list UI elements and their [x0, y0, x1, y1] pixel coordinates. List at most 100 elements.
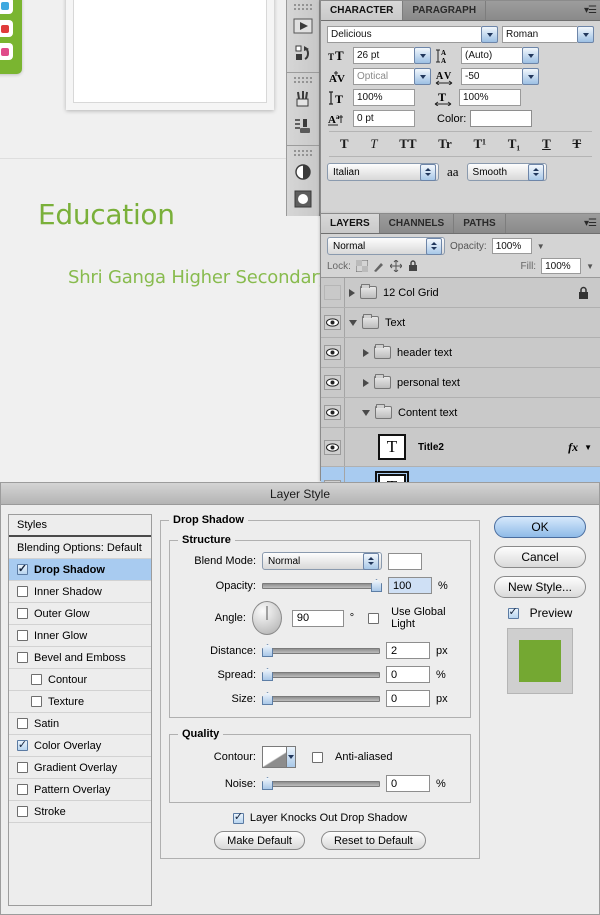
play-icon-button[interactable] [290, 13, 316, 38]
visibility-cell[interactable] [321, 278, 345, 307]
leading-field[interactable]: (Auto) [461, 47, 522, 64]
table-row[interactable]: header text [321, 338, 600, 368]
clone-source-icon-button[interactable] [290, 113, 316, 138]
horizontal-scale-field[interactable]: 100% [459, 89, 521, 106]
font-size-combo[interactable]: 26 pt [353, 47, 431, 64]
canvas-subtitle-text[interactable]: Shri Ganga Higher Secondary [68, 267, 329, 288]
size-slider[interactable] [262, 690, 380, 707]
layer-knocks-out-checkbox[interactable] [232, 812, 244, 824]
anti-aliased-checkbox[interactable] [312, 751, 323, 763]
slider-thumb[interactable] [262, 777, 273, 790]
opacity-value-field[interactable]: 100 [388, 577, 432, 594]
use-global-light-checkbox[interactable] [368, 612, 380, 624]
character-panel[interactable]: CHARACTER PARAGRAPH ▾☰ Delicious Roman T… [320, 0, 600, 216]
brush-lock-icon[interactable] [373, 260, 385, 272]
slider-thumb[interactable] [262, 692, 273, 705]
style-checkbox[interactable] [17, 784, 28, 795]
reset-to-default-button[interactable]: Reset to Default [320, 831, 426, 850]
tracking-field[interactable]: -50 [461, 68, 522, 85]
opacity-dropdown-icon[interactable]: ▼ [537, 242, 545, 251]
style-item-pattern-overlay[interactable]: Pattern Overlay [9, 779, 151, 801]
cancel-button[interactable]: Cancel [494, 546, 586, 568]
layer-opacity-field[interactable]: 100% [491, 238, 532, 254]
font-style-combo[interactable]: Roman [502, 26, 594, 43]
style-item-contour[interactable]: Contour [9, 669, 151, 691]
superscript-icon[interactable]: T¹ [473, 136, 486, 152]
expand-triangle-icon[interactable] [363, 378, 369, 387]
style-item-gradient-overlay[interactable]: Gradient Overlay [9, 757, 151, 779]
tab-layers[interactable]: LAYERS [321, 214, 380, 233]
style-checkbox[interactable] [31, 674, 42, 685]
noise-slider[interactable] [262, 775, 380, 792]
eye-icon[interactable] [324, 439, 341, 455]
panel-grip[interactable] [293, 3, 313, 10]
layer-fill-field[interactable]: 100% [541, 258, 582, 274]
layer-name[interactable]: personal text [397, 377, 460, 389]
canvas-title-text[interactable]: Education [38, 198, 175, 231]
language-spinner-icon[interactable] [420, 163, 436, 181]
visibility-cell[interactable] [321, 338, 345, 367]
move-lock-icon[interactable] [389, 260, 402, 272]
collapse-triangle-icon[interactable] [349, 319, 357, 326]
mask-icon-button[interactable] [290, 186, 316, 211]
font-family-dropdown-icon[interactable] [481, 26, 498, 43]
collapse-triangle-icon[interactable] [362, 409, 370, 416]
spread-value-field[interactable]: 0 [386, 666, 430, 683]
table-row[interactable]: personal text [321, 368, 600, 398]
eye-icon[interactable] [324, 405, 341, 420]
style-checkbox[interactable] [31, 696, 42, 707]
small-caps-icon[interactable]: Tr [438, 136, 451, 152]
styles-list[interactable]: Styles Blending Options: Default Drop Sh… [8, 514, 152, 906]
underline-icon[interactable]: T [542, 136, 551, 152]
transparency-lock-icon[interactable] [355, 260, 368, 272]
fill-dropdown-icon[interactable]: ▼ [586, 262, 594, 271]
style-checkbox[interactable] [17, 740, 28, 751]
layer-list[interactable]: 12 Col Grid Text header text personal te… [321, 277, 600, 507]
leading-dropdown-icon[interactable] [522, 47, 539, 64]
character-panel-tabs[interactable]: CHARACTER PARAGRAPH ▾☰ [321, 1, 600, 21]
tab-character[interactable]: CHARACTER [321, 1, 404, 20]
layers-panel[interactable]: LAYERS CHANNELS PATHS ▾☰ Normal Opacity:… [320, 213, 600, 507]
style-checkbox[interactable] [17, 564, 28, 575]
noise-value-field[interactable]: 0 [386, 775, 430, 792]
visibility-cell[interactable] [321, 368, 345, 397]
table-row[interactable]: T Title2 fx ▼ [321, 428, 600, 467]
eye-icon[interactable] [324, 345, 341, 360]
style-item-color-overlay[interactable]: Color Overlay [9, 735, 151, 757]
panel-grip[interactable] [293, 76, 313, 83]
table-row[interactable]: Content text [321, 398, 600, 428]
redo-icon-button[interactable] [290, 40, 316, 65]
style-item-inner-shadow[interactable]: Inner Shadow [9, 581, 151, 603]
style-item-blending-options[interactable]: Blending Options: Default [9, 537, 151, 559]
eye-icon[interactable] [324, 375, 341, 390]
visibility-cell[interactable] [321, 308, 345, 337]
eye-icon[interactable] [324, 315, 341, 330]
style-checkbox[interactable] [17, 608, 28, 619]
style-checkbox[interactable] [17, 718, 28, 729]
anti-alias-spinner-icon[interactable] [527, 163, 544, 181]
lock-icon[interactable] [577, 286, 590, 300]
panel-menu-icon[interactable]: ▾☰ [584, 218, 597, 229]
slider-thumb[interactable] [262, 644, 273, 657]
style-item-bevel-and-emboss[interactable]: Bevel and Emboss [9, 647, 151, 669]
effects-expand-icon[interactable]: ▼ [584, 443, 592, 452]
panel-grip[interactable] [293, 149, 313, 156]
eye-icon-off[interactable] [324, 285, 341, 300]
font-style-field[interactable]: Roman [502, 26, 577, 43]
tool-strip[interactable] [286, 0, 320, 216]
style-item-texture[interactable]: Texture [9, 691, 151, 713]
type-style-buttons[interactable]: T T TT Tr T¹ T₁ T T [329, 131, 592, 157]
size-value-field[interactable]: 0 [386, 690, 430, 707]
style-item-inner-glow[interactable]: Inner Glow [9, 625, 151, 647]
style-item-satin[interactable]: Satin [9, 713, 151, 735]
make-default-button[interactable]: Make Default [214, 831, 305, 850]
style-item-drop-shadow[interactable]: Drop Shadow [9, 559, 151, 581]
distance-slider[interactable] [262, 642, 380, 659]
layer-name[interactable]: Title2 [418, 442, 444, 453]
ok-button[interactable]: OK [494, 516, 586, 538]
contour-dropdown-icon[interactable] [286, 747, 295, 767]
baseline-shift-field[interactable]: 0 pt [353, 110, 415, 127]
subscript-icon[interactable]: T₁ [508, 136, 521, 152]
shadow-blend-mode-select[interactable]: Normal [262, 552, 382, 570]
spread-slider[interactable] [262, 666, 380, 683]
